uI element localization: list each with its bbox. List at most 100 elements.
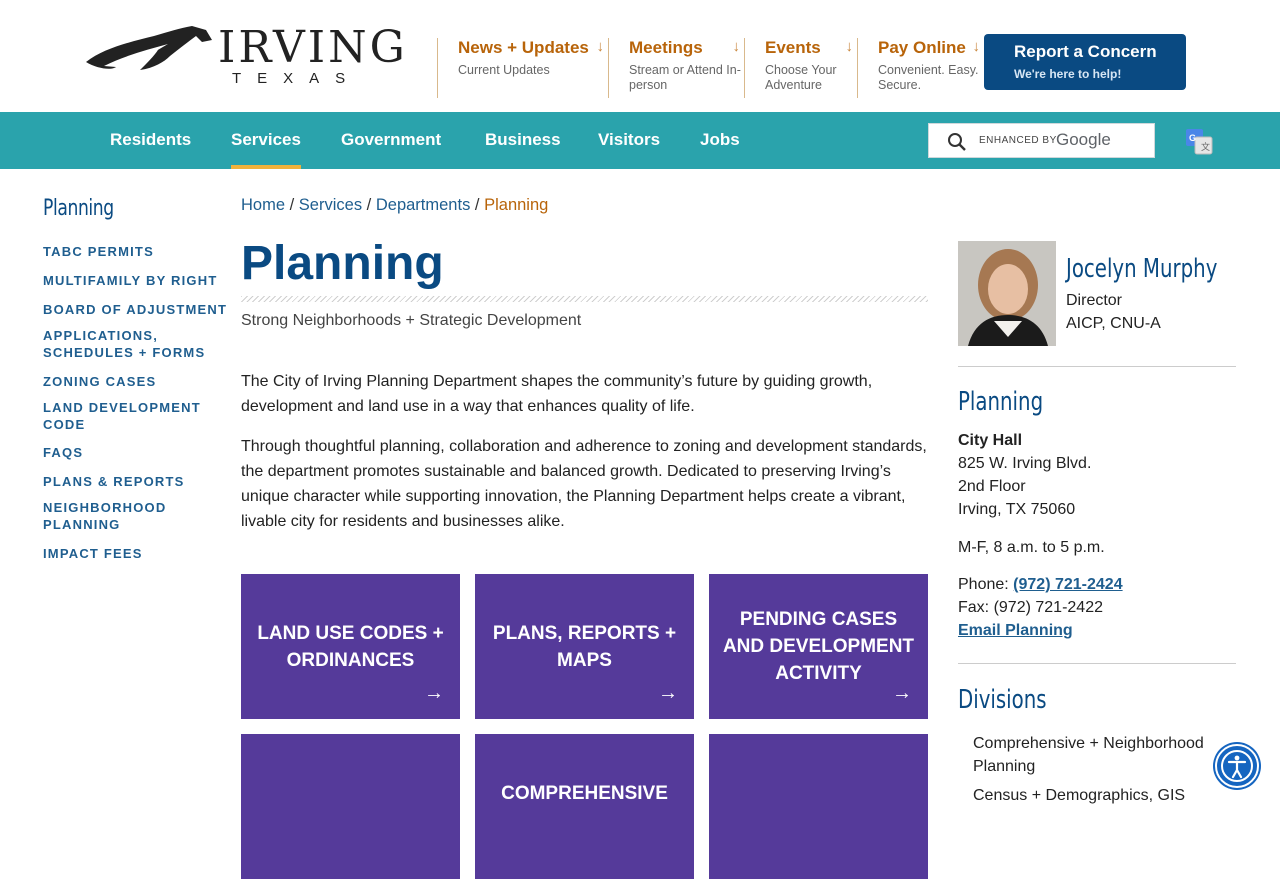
- director-name: Jocelyn Murphy: [1066, 254, 1218, 284]
- nav-item-services[interactable]: Services: [231, 112, 301, 169]
- tile-label: PENDING CASES AND DEVELOPMENT ACTIVITY: [722, 609, 915, 684]
- svg-text:G: G: [1189, 133, 1196, 143]
- email-planning-link[interactable]: Email Planning: [958, 622, 1073, 639]
- sidebar-item-land-development-code[interactable]: LAND DEVELOPMENT CODE: [43, 399, 218, 433]
- nav-item-government[interactable]: Government: [341, 112, 441, 169]
- report-button-title: Report a Concern: [1014, 42, 1157, 61]
- sidebar-item-zoning-cases[interactable]: ZONING CASES: [43, 373, 233, 390]
- quick-link-sub: Convenient. Easy. Secure.: [878, 63, 979, 92]
- sidebar-item-neighborhood-planning[interactable]: NEIGHBORHOOD PLANNING: [43, 499, 208, 533]
- contact-city: Irving, TX 75060: [958, 501, 1076, 518]
- tile-pending-cases[interactable]: PENDING CASES AND DEVELOPMENT ACTIVITY →: [709, 574, 928, 719]
- divisions-list: Comprehensive + Neighborhood Planning Ce…: [973, 732, 1223, 813]
- nav-item-jobs[interactable]: Jobs: [700, 112, 740, 169]
- director-title: Director: [1066, 292, 1123, 309]
- sidebar-item-board-of-adjustment[interactable]: BOARD OF ADJUSTMENT: [43, 301, 233, 318]
- contact-address-line2: 2nd Floor: [958, 478, 1026, 495]
- body-paragraph: Through thoughtful planning, collaborati…: [241, 438, 927, 530]
- breadcrumb-separator: /: [366, 196, 372, 214]
- sidebar-item-tabc-permits[interactable]: TABC PERMITS: [43, 243, 233, 260]
- search-icon[interactable]: [947, 132, 967, 152]
- site-header: IRVING TEXAS News + Updates ↓ Current Up…: [0, 0, 1280, 112]
- horse-logo-icon: [86, 26, 212, 70]
- quick-link-news[interactable]: News + Updates ↓ Current Updates: [437, 38, 608, 98]
- sidebar-item-plans-reports[interactable]: PLANS & REPORTS: [43, 473, 233, 490]
- sidebar-title: Planning: [43, 196, 114, 221]
- quick-link-events[interactable]: Events ↓ Choose Your Adventure: [744, 38, 857, 98]
- accessibility-button[interactable]: [1215, 744, 1259, 788]
- director-photo: [958, 241, 1056, 346]
- quick-link-sub: Stream or Attend In-person: [629, 63, 741, 92]
- tile-land-use-codes[interactable]: LAND USE CODES + ORDINANCES →: [241, 574, 460, 719]
- nav-item-residents[interactable]: Residents: [110, 112, 191, 169]
- director-role-block: Director AICP, CNU-A: [1066, 289, 1161, 335]
- translate-icon[interactable]: G 文: [1186, 129, 1213, 155]
- arrow-right-icon: →: [892, 682, 912, 704]
- report-concern-button[interactable]: Report a Concern We're here to help!: [984, 34, 1186, 90]
- page-tagline: Strong Neighborhoods + Strategic Develop…: [241, 312, 582, 329]
- divider: [958, 663, 1236, 664]
- division-item[interactable]: Comprehensive + Neighborhood Planning: [973, 732, 1223, 778]
- contact-building: City Hall: [958, 432, 1023, 449]
- arrow-down-icon: ↓: [596, 38, 605, 55]
- tile-link[interactable]: [709, 734, 928, 879]
- intro-paragraph: The City of Irving Planning Department s…: [241, 373, 873, 415]
- tile-link[interactable]: [241, 734, 460, 879]
- quick-link-pay-online[interactable]: Pay Online ↓ Convenient. Easy. Secure.: [857, 38, 984, 98]
- search-enhanced-label: ENHANCED BY: [979, 135, 1057, 146]
- quick-link-title: News + Updates: [458, 38, 589, 57]
- arrow-down-icon: ↓: [732, 38, 741, 55]
- quick-link-sub: Choose Your Adventure: [765, 63, 837, 92]
- accessibility-icon: [1221, 750, 1253, 782]
- nav-item-business[interactable]: Business: [485, 112, 561, 169]
- sidebar-item-impact-fees[interactable]: IMPACT FEES: [43, 545, 233, 562]
- breadcrumb-departments[interactable]: Departments: [376, 196, 470, 214]
- director-portrait: [958, 241, 1056, 346]
- title-divider: [241, 296, 928, 302]
- search-input[interactable]: ENHANCED BY Google: [928, 123, 1155, 158]
- contact-address: City Hall 825 W. Irving Blvd. 2nd Floor …: [958, 429, 1091, 521]
- sidebar-item-multifamily[interactable]: MULTIFAMILY BY RIGHT: [43, 272, 233, 289]
- quick-link-title: Meetings: [629, 38, 703, 57]
- quick-link-meetings[interactable]: Meetings ↓ Stream or Attend In-person: [608, 38, 744, 98]
- fax-number: (972) 721-2422: [993, 599, 1103, 616]
- phone-label: Phone:: [958, 576, 1009, 593]
- irving-logo[interactable]: IRVING TEXAS: [84, 22, 405, 90]
- breadcrumb-services[interactable]: Services: [299, 196, 362, 214]
- quick-link-sub: Current Updates: [458, 63, 550, 77]
- sidebar-item-faqs[interactable]: FAQS: [43, 444, 233, 461]
- nav-item-visitors[interactable]: Visitors: [598, 112, 660, 169]
- division-item[interactable]: Census + Demographics, GIS: [973, 784, 1223, 807]
- contact-title: Planning: [958, 387, 1044, 417]
- logo-subtitle: TEXAS: [232, 70, 362, 87]
- report-button-sub: We're here to help!: [1014, 67, 1122, 81]
- contact-address-line1: 825 W. Irving Blvd.: [958, 455, 1092, 472]
- breadcrumb-separator: /: [474, 196, 480, 214]
- arrow-right-icon: →: [658, 682, 678, 704]
- breadcrumb-separator: /: [289, 196, 295, 214]
- arrow-down-icon: ↓: [972, 38, 981, 55]
- director-credentials: AICP, CNU-A: [1066, 315, 1161, 332]
- breadcrumb-home[interactable]: Home: [241, 196, 285, 214]
- breadcrumb-current: Planning: [484, 196, 549, 214]
- contact-phone-block: Phone: (972) 721-2424 Fax: (972) 721-242…: [958, 573, 1123, 642]
- google-logo: Google: [1056, 130, 1111, 149]
- page-title: Planning: [241, 237, 444, 290]
- divider: [958, 366, 1236, 367]
- logo-wordmark: IRVING: [218, 22, 408, 73]
- quick-link-title: Events: [765, 38, 821, 57]
- svg-text:文: 文: [1201, 141, 1210, 152]
- tile-label: LAND USE CODES + ORDINANCES: [257, 622, 444, 671]
- tile-label: PLANS, REPORTS + MAPS: [492, 622, 677, 671]
- arrow-down-icon: ↓: [845, 38, 854, 55]
- phone-link[interactable]: (972) 721-2424: [1013, 576, 1122, 593]
- sidebar-item-applications[interactable]: APPLICATIONS, SCHEDULES + FORMS: [43, 327, 218, 361]
- tile-comprehensive[interactable]: COMPREHENSIVE: [475, 734, 694, 879]
- sidebar-nav: TABC PERMITS MULTIFAMILY BY RIGHT BOARD …: [43, 243, 233, 562]
- quick-link-title: Pay Online: [878, 38, 966, 57]
- fax-label: Fax:: [958, 599, 990, 616]
- contact-hours: M-F, 8 a.m. to 5 p.m.: [958, 539, 1105, 556]
- divisions-title: Divisions: [958, 685, 1047, 715]
- tile-plans-reports-maps[interactable]: PLANS, REPORTS + MAPS →: [475, 574, 694, 719]
- arrow-right-icon: →: [424, 682, 444, 704]
